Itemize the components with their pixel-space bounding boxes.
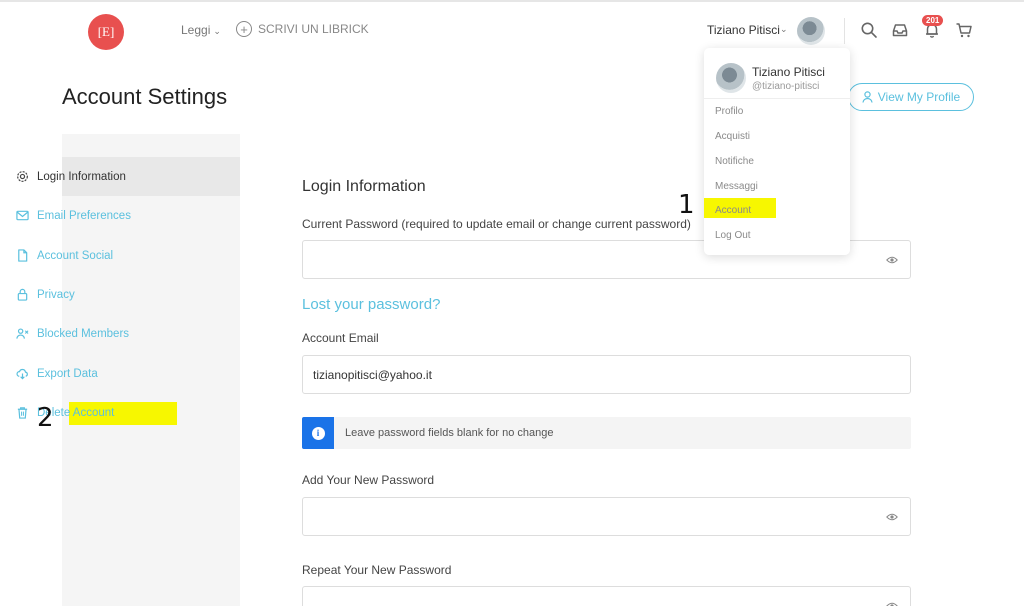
new-password-field[interactable]	[302, 497, 911, 536]
site-logo[interactable]: [E]	[88, 14, 124, 50]
sidebar-item-blocked-members[interactable]: Blocked Members	[16, 327, 129, 340]
nav-leggi[interactable]: Leggi ⌄	[181, 23, 221, 37]
email-value: tizianopitisci@yahoo.it	[313, 367, 432, 382]
inbox-icon[interactable]	[891, 21, 909, 39]
view-profile-button[interactable]: View My Profile	[848, 83, 974, 111]
view-profile-label: View My Profile	[877, 90, 961, 104]
avatar[interactable]	[797, 17, 825, 45]
sidebar-item-label: Email Preferences	[37, 209, 131, 222]
sidebar-item-label: Export Data	[37, 367, 98, 380]
email-label: Account Email	[302, 331, 379, 345]
search-icon[interactable]	[860, 21, 878, 39]
annotation-one: 1	[678, 190, 695, 220]
dropdown-user-name[interactable]: Tiziano Pitisci	[752, 65, 825, 79]
chevron-down-icon[interactable]: ⌄	[780, 24, 788, 35]
annotation-two: 2	[37, 403, 54, 433]
sidebar-item-label: Account Social	[37, 249, 114, 262]
cart-icon[interactable]	[955, 21, 973, 39]
sidebar-item-email-preferences[interactable]: Email Preferences	[16, 209, 131, 222]
sidebar-item-privacy[interactable]: Privacy	[16, 288, 75, 301]
notice-text: Leave password fields blank for no chang…	[345, 427, 554, 439]
plus-circle-icon: +	[236, 21, 252, 37]
sidebar-item-label: Privacy	[37, 288, 75, 301]
page-title: Account Settings	[62, 84, 228, 109]
cloud-download-icon	[16, 368, 28, 380]
menu-item-acquisti[interactable]: Acquisti	[715, 131, 750, 142]
info-notice: i Leave password fields blank for no cha…	[302, 417, 911, 449]
header-divider	[844, 18, 845, 44]
chevron-down-icon: ⌄	[213, 26, 221, 36]
nav-scrivi-label: SCRIVI UN LIBRICK	[258, 22, 369, 36]
info-icon: i	[302, 417, 334, 449]
email-field[interactable]: tizianopitisci@yahoo.it	[302, 355, 911, 394]
menu-item-account[interactable]: Account	[715, 205, 751, 216]
gear-icon	[17, 171, 28, 182]
repeat-password-label: Repeat Your New Password	[302, 563, 452, 577]
sidebar-item-label: Blocked Members	[37, 327, 130, 340]
sidebar-item-export-data[interactable]: Export Data	[16, 367, 98, 380]
eye-icon[interactable]	[886, 511, 898, 523]
user-block-icon	[16, 328, 29, 339]
dropdown-user-handle: @tiziano-pitisci	[752, 81, 820, 92]
trash-icon	[17, 407, 28, 419]
eye-icon[interactable]	[886, 254, 898, 266]
sidebar-item-label: Login Information	[37, 170, 126, 183]
sidebar-item-account-social[interactable]: Account Social	[16, 249, 113, 262]
dropdown-avatar	[716, 63, 746, 93]
menu-item-log-out[interactable]: Log Out	[715, 230, 751, 241]
nav-scrivi[interactable]: + SCRIVI UN LIBRICK	[236, 21, 369, 37]
lost-password-link[interactable]: Lost your password?	[302, 296, 440, 313]
user-icon	[862, 91, 873, 103]
top-border	[0, 0, 1024, 2]
user-dropdown-menu: Tiziano Pitisci @tiziano-pitisci	[704, 48, 850, 255]
lock-icon	[17, 288, 28, 301]
eye-icon[interactable]	[886, 600, 898, 606]
envelope-icon	[16, 210, 29, 221]
repeat-password-field[interactable]	[302, 586, 911, 606]
notification-badge: 201	[922, 15, 944, 26]
menu-item-notifiche[interactable]: Notifiche	[715, 156, 754, 167]
menu-item-messaggi[interactable]: Messaggi	[715, 181, 758, 192]
section-title: Login Information	[302, 178, 426, 195]
user-menu-name[interactable]: Tiziano Pitisci	[707, 23, 780, 37]
dropdown-divider	[704, 98, 850, 99]
document-icon	[18, 249, 28, 262]
nav-leggi-label: Leggi	[181, 23, 211, 37]
sidebar-item-delete-account[interactable]: Delete Account	[16, 406, 114, 419]
current-password-label: Current Password (required to update ema…	[302, 217, 691, 231]
new-password-label: Add Your New Password	[302, 473, 435, 487]
sidebar-item-login-information[interactable]: Login Information	[16, 170, 126, 183]
menu-item-profilo[interactable]: Profilo	[715, 106, 743, 117]
